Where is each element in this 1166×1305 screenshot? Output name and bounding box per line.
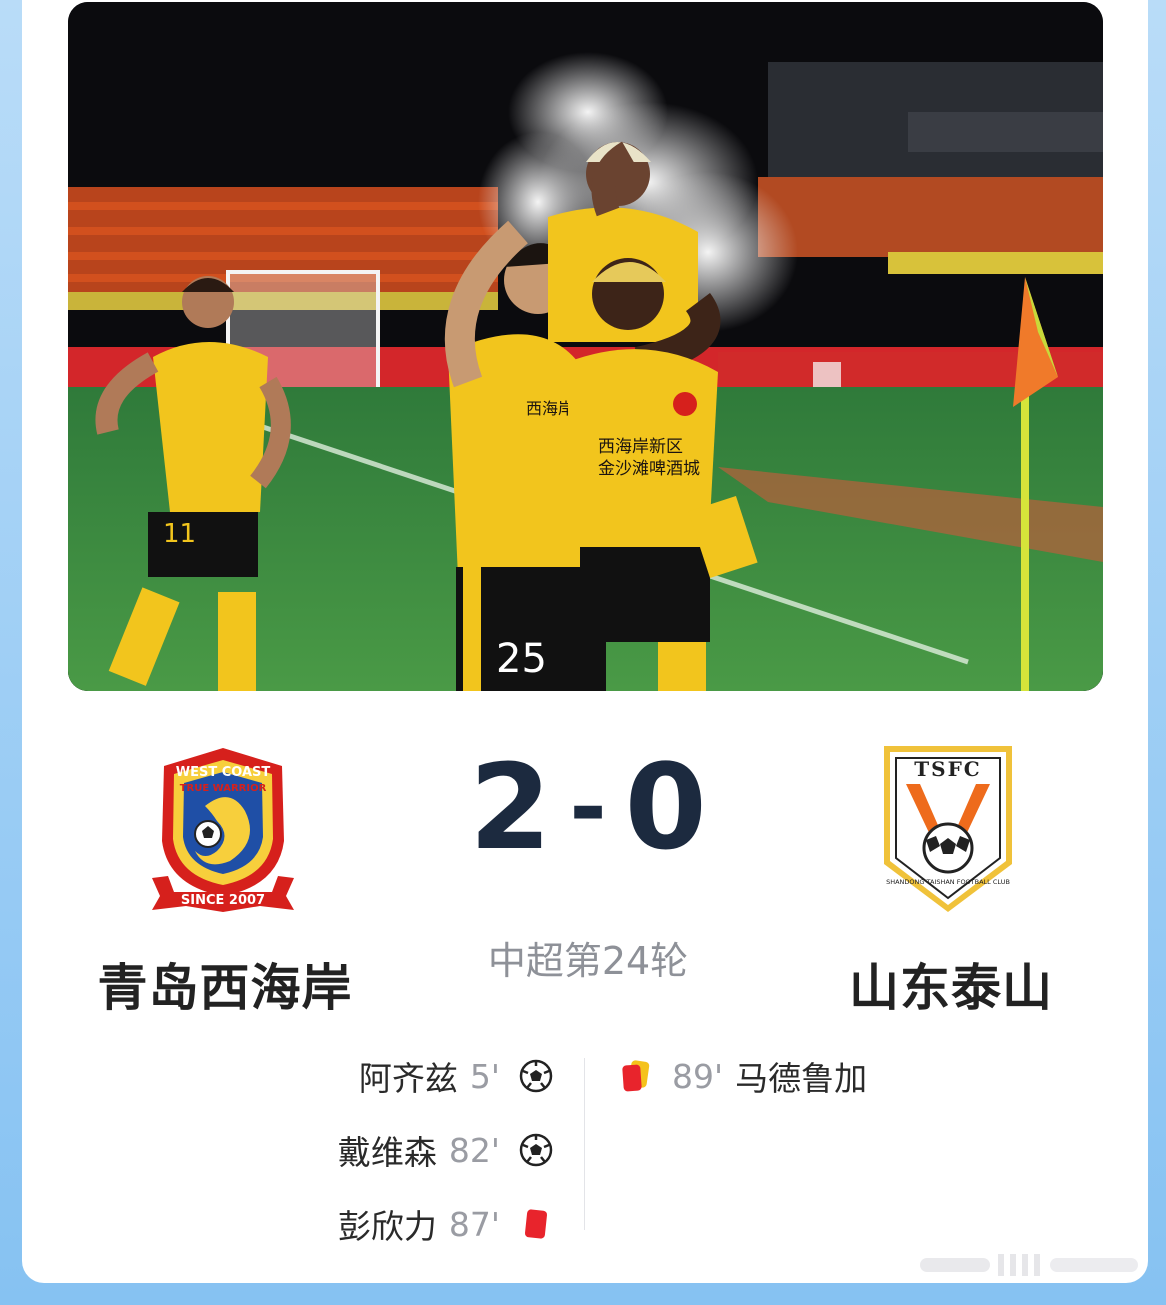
away-team-crest[interactable]: TSFC SHANDONG TAISHAN FOOTBALL CLUB [882, 744, 1014, 914]
svg-text:西海岸: 西海岸 [526, 399, 574, 418]
soccer-ball-icon [518, 1132, 554, 1168]
event-minute: 5' [469, 1056, 500, 1096]
player-number-25: 25 [496, 636, 547, 682]
home-crest-top-text: WEST COAST [176, 765, 271, 780]
away-event-row[interactable]: 89' 马德鲁加 [618, 1052, 867, 1100]
home-event-row[interactable]: 彭欣力 87' [338, 1200, 554, 1248]
red-card-icon [518, 1206, 554, 1242]
event-player: 马德鲁加 [735, 1059, 868, 1098]
events-divider [584, 1058, 585, 1230]
event-player: 戴维森 [337, 1133, 437, 1172]
event-minute: 89' [672, 1056, 724, 1096]
event-player: 彭欣力 [337, 1207, 437, 1246]
away-score: 0 [624, 738, 707, 876]
event-minute: 82' [448, 1130, 500, 1170]
match-score: 2 - 0 [460, 738, 716, 876]
event-player: 阿齐兹 [358, 1059, 458, 1098]
home-team-crest[interactable]: WEST COAST TRUE WARRIOR SINCE 2007 [150, 746, 296, 914]
red-yellow-card-icon [618, 1058, 654, 1094]
svg-text:金沙滩啤酒城: 金沙滩啤酒城 [598, 459, 700, 479]
svg-text:西海岸新区: 西海岸新区 [598, 437, 683, 457]
away-crest-ring-text: SHANDONG TAISHAN FOOTBALL CLUB [886, 878, 1010, 886]
away-team-name[interactable]: 山东泰山 [848, 948, 1054, 1020]
match-photo[interactable]: 11 25 西海岸 西海岸新区 金沙滩啤酒城 [68, 2, 1103, 691]
competition-round: 中超第24轮 [487, 939, 689, 983]
home-score: 2 [469, 738, 552, 876]
home-event-row[interactable]: 戴维森 82' [338, 1126, 554, 1174]
home-crest-banner-text: SINCE 2007 [181, 893, 265, 908]
away-crest-top-text: TSFC [914, 757, 981, 781]
watermark-icon [920, 1252, 1142, 1278]
home-crest-ring-text: TRUE WARRIOR [180, 783, 267, 794]
home-event-row[interactable]: 阿齐兹 5' [359, 1052, 554, 1100]
soccer-ball-icon [518, 1058, 554, 1094]
event-minute: 87' [448, 1204, 500, 1244]
player-number-11: 11 [163, 519, 196, 549]
score-separator: - [569, 754, 607, 860]
home-team-name[interactable]: 青岛西海岸 [94, 948, 356, 1020]
